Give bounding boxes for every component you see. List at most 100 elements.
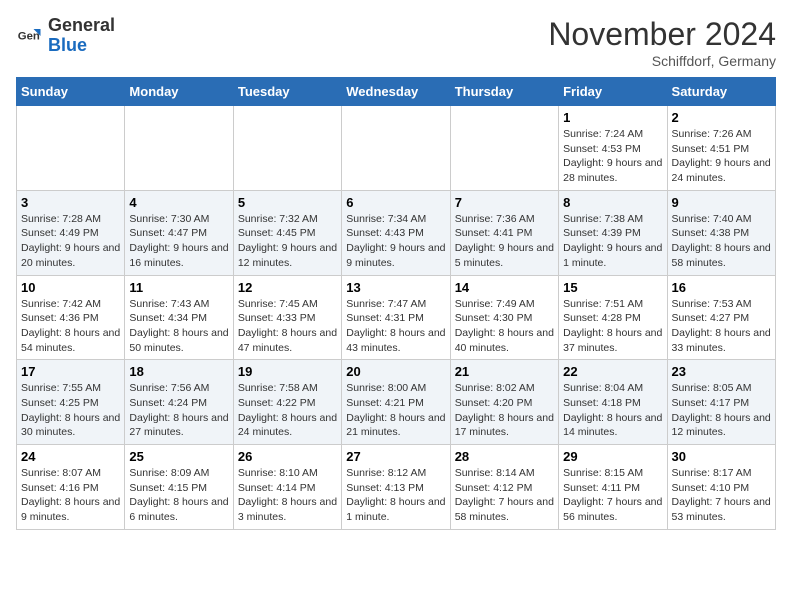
calendar-cell: 19Sunrise: 7:58 AMSunset: 4:22 PMDayligh… (233, 360, 341, 445)
calendar-cell: 7 Sunrise: 7:36 AMSunset: 4:41 PMDaylight… (450, 190, 558, 275)
page-header: Gen General Blue November 2024 Schiffdor… (16, 16, 776, 69)
dow-header-saturday: Saturday (667, 78, 775, 106)
logo-icon: Gen (16, 22, 44, 50)
calendar: SundayMondayTuesdayWednesdayThursdayFrid… (16, 77, 776, 530)
calendar-cell: 24Sunrise: 8:07 AMSunset: 4:16 PMDayligh… (17, 445, 125, 530)
day-number: 24 (21, 449, 120, 464)
calendar-cell: 15 Sunrise: 7:51 AMSunset: 4:28 PMDayligh… (559, 275, 667, 360)
calendar-cell: 28 Sunrise: 8:14 AMSunset: 4:12 PMDayligh… (450, 445, 558, 530)
day-info: Sunrise: 8:12 AMSunset: 4:13 PMDaylight:… (346, 466, 445, 525)
calendar-cell: 14Sunrise: 7:49 AMSunset: 4:30 PMDayligh… (450, 275, 558, 360)
day-number: 30 (672, 449, 771, 464)
day-number: 16 (672, 280, 771, 295)
day-number: 27 (346, 449, 445, 464)
calendar-cell: 3 Sunrise: 7:28 AMSunset: 4:49 PMDaylight… (17, 190, 125, 275)
day-info: Sunrise: 7:51 AMSunset: 4:28 PMDaylight:… (563, 297, 662, 356)
day-number: 22 (563, 364, 662, 379)
day-number: 4 (129, 195, 228, 210)
calendar-cell: 1 Sunrise: 7:24 AMSunset: 4:53 PMDaylight… (559, 106, 667, 191)
day-info: Sunrise: 8:05 AMSunset: 4:17 PMDaylight:… (672, 381, 771, 440)
calendar-cell: 17Sunrise: 7:55 AMSunset: 4:25 PMDayligh… (17, 360, 125, 445)
day-number: 26 (238, 449, 337, 464)
calendar-cell: 30 Sunrise: 8:17 AMSunset: 4:10 PMDayligh… (667, 445, 775, 530)
day-number: 9 (672, 195, 771, 210)
day-info: Sunrise: 8:10 AMSunset: 4:14 PMDaylight:… (238, 466, 337, 525)
calendar-cell (342, 106, 450, 191)
calendar-cell: 13Sunrise: 7:47 AMSunset: 4:31 PMDayligh… (342, 275, 450, 360)
calendar-cell: 16 Sunrise: 7:53 AMSunset: 4:27 PMDayligh… (667, 275, 775, 360)
day-info: Sunrise: 7:43 AMSunset: 4:34 PMDaylight:… (129, 297, 228, 356)
day-info: Sunrise: 7:56 AMSunset: 4:24 PMDaylight:… (129, 381, 228, 440)
day-number: 5 (238, 195, 337, 210)
day-number: 18 (129, 364, 228, 379)
calendar-cell: 22 Sunrise: 8:04 AMSunset: 4:18 PMDayligh… (559, 360, 667, 445)
dow-header-monday: Monday (125, 78, 233, 106)
day-info: Sunrise: 7:34 AMSunset: 4:43 PMDaylight:… (346, 212, 445, 271)
day-info: Sunrise: 8:17 AMSunset: 4:10 PMDaylight:… (672, 466, 771, 525)
day-number: 21 (455, 364, 554, 379)
day-info: Sunrise: 7:36 AMSunset: 4:41 PMDaylight:… (455, 212, 554, 271)
calendar-cell (17, 106, 125, 191)
calendar-cell: 23 Sunrise: 8:05 AMSunset: 4:17 PMDayligh… (667, 360, 775, 445)
calendar-cell: 26 Sunrise: 8:10 AMSunset: 4:14 PMDayligh… (233, 445, 341, 530)
dow-header-thursday: Thursday (450, 78, 558, 106)
day-number: 13 (346, 280, 445, 295)
month-title: November 2024 (548, 16, 776, 53)
logo-general: General (48, 15, 115, 35)
day-info: Sunrise: 8:14 AMSunset: 4:12 PMDaylight:… (455, 466, 554, 525)
calendar-cell: 8 Sunrise: 7:38 AMSunset: 4:39 PMDaylight… (559, 190, 667, 275)
calendar-cell (125, 106, 233, 191)
day-number: 7 (455, 195, 554, 210)
day-number: 11 (129, 280, 228, 295)
day-number: 6 (346, 195, 445, 210)
day-info: Sunrise: 7:40 AMSunset: 4:38 PMDaylight:… (672, 212, 771, 271)
calendar-cell: 6 Sunrise: 7:34 AMSunset: 4:43 PMDaylight… (342, 190, 450, 275)
day-info: Sunrise: 7:42 AMSunset: 4:36 PMDaylight:… (21, 297, 120, 356)
day-info: Sunrise: 8:02 AMSunset: 4:20 PMDaylight:… (455, 381, 554, 440)
dow-header-tuesday: Tuesday (233, 78, 341, 106)
calendar-cell: 12 Sunrise: 7:45 AMSunset: 4:33 PMDayligh… (233, 275, 341, 360)
day-info: Sunrise: 8:00 AMSunset: 4:21 PMDaylight:… (346, 381, 445, 440)
logo: Gen General Blue (16, 16, 115, 56)
calendar-cell: 21 Sunrise: 8:02 AMSunset: 4:20 PMDayligh… (450, 360, 558, 445)
day-number: 10 (21, 280, 120, 295)
day-info: Sunrise: 7:32 AMSunset: 4:45 PMDaylight:… (238, 212, 337, 271)
dow-header-sunday: Sunday (17, 78, 125, 106)
calendar-cell: 10 Sunrise: 7:42 AMSunset: 4:36 PMDayligh… (17, 275, 125, 360)
day-info: Sunrise: 7:28 AMSunset: 4:49 PMDaylight:… (21, 212, 120, 271)
dow-header-wednesday: Wednesday (342, 78, 450, 106)
day-number: 3 (21, 195, 120, 210)
day-number: 8 (563, 195, 662, 210)
dow-header-friday: Friday (559, 78, 667, 106)
day-info: Sunrise: 7:26 AMSunset: 4:51 PMDaylight:… (672, 127, 771, 186)
calendar-cell: 11 Sunrise: 7:43 AMSunset: 4:34 PMDayligh… (125, 275, 233, 360)
location: Schiffdorf, Germany (548, 53, 776, 69)
calendar-cell: 2Sunrise: 7:26 AMSunset: 4:51 PMDaylight… (667, 106, 775, 191)
day-info: Sunrise: 7:55 AMSunset: 4:25 PMDaylight:… (21, 381, 120, 440)
day-info: Sunrise: 7:38 AMSunset: 4:39 PMDaylight:… (563, 212, 662, 271)
calendar-cell: 18 Sunrise: 7:56 AMSunset: 4:24 PMDayligh… (125, 360, 233, 445)
day-number: 25 (129, 449, 228, 464)
day-number: 15 (563, 280, 662, 295)
calendar-cell: 27 Sunrise: 8:12 AMSunset: 4:13 PMDayligh… (342, 445, 450, 530)
day-info: Sunrise: 7:53 AMSunset: 4:27 PMDaylight:… (672, 297, 771, 356)
day-number: 12 (238, 280, 337, 295)
day-number: 19 (238, 364, 337, 379)
svg-text:Gen: Gen (18, 30, 40, 42)
day-number: 23 (672, 364, 771, 379)
calendar-cell: 29Sunrise: 8:15 AMSunset: 4:11 PMDayligh… (559, 445, 667, 530)
day-info: Sunrise: 7:30 AMSunset: 4:47 PMDaylight:… (129, 212, 228, 271)
day-number: 28 (455, 449, 554, 464)
logo-blue: Blue (48, 35, 87, 55)
day-info: Sunrise: 8:04 AMSunset: 4:18 PMDaylight:… (563, 381, 662, 440)
day-number: 29 (563, 449, 662, 464)
title-block: November 2024 Schiffdorf, Germany (548, 16, 776, 69)
day-info: Sunrise: 7:24 AMSunset: 4:53 PMDaylight:… (563, 127, 662, 186)
day-info: Sunrise: 7:49 AMSunset: 4:30 PMDaylight:… (455, 297, 554, 356)
day-info: Sunrise: 7:45 AMSunset: 4:33 PMDaylight:… (238, 297, 337, 356)
day-number: 20 (346, 364, 445, 379)
calendar-cell (450, 106, 558, 191)
calendar-cell (233, 106, 341, 191)
day-number: 1 (563, 110, 662, 125)
calendar-cell: 20 Sunrise: 8:00 AMSunset: 4:21 PMDayligh… (342, 360, 450, 445)
